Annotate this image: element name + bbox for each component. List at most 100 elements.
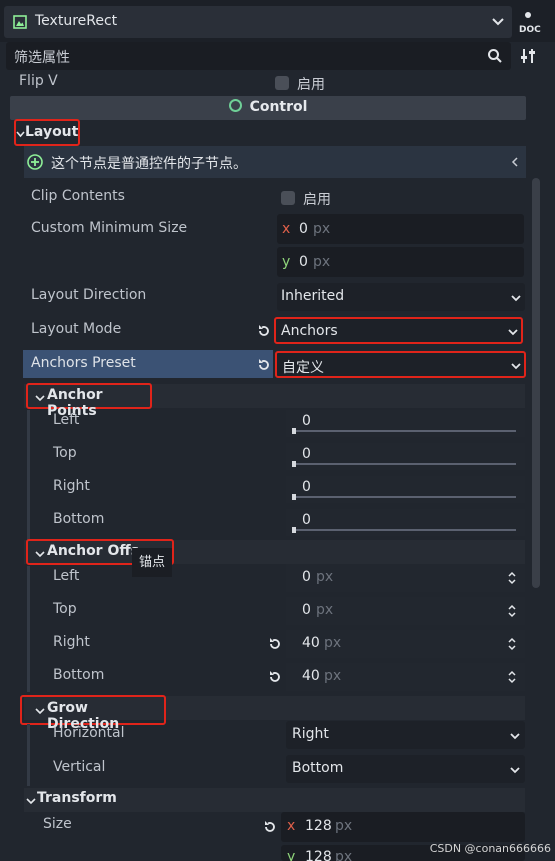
chevron-down-icon: [508, 329, 518, 336]
offset-right-spinbox[interactable]: 40 px: [286, 630, 525, 658]
anchors-preset-dropdown[interactable]: 自定义: [275, 351, 526, 378]
spin-arrows-icon[interactable]: [507, 637, 517, 651]
layout-group-header[interactable]: Layout: [14, 119, 80, 146]
spin-arrows-icon[interactable]: [507, 670, 517, 684]
chevron-down-icon: [510, 733, 520, 740]
size-x-value: 128: [305, 818, 332, 834]
texture-rect-icon: [13, 15, 27, 29]
anchor-right-slider[interactable]: 0: [286, 476, 525, 503]
y-axis-label: y: [287, 849, 296, 861]
grow-direction-group-header[interactable]: Grow Direction: [20, 695, 166, 732]
offset-left-spinbox[interactable]: 0 px: [286, 564, 525, 592]
control-icon: [228, 99, 242, 112]
node-selector[interactable]: TextureRect: [4, 6, 512, 38]
anchor-right-value: 0: [302, 479, 311, 495]
slider-track: [292, 496, 516, 498]
flip-v-checkbox[interactable]: [275, 76, 289, 90]
offset-bottom-spinbox[interactable]: 40 px: [286, 663, 525, 691]
offset-right-label: Right: [53, 634, 90, 650]
grow-horizontal-dropdown[interactable]: Right: [286, 721, 525, 749]
node-name: TextureRect: [35, 13, 118, 29]
anchor-left-label: Left: [53, 412, 80, 428]
layout-mode-value: Anchors: [281, 323, 338, 339]
group-indent-line: [27, 566, 30, 692]
unit-px: px: [335, 818, 353, 834]
clip-contents-label: Clip Contents: [31, 188, 125, 204]
anchor-bottom-value: 0: [302, 512, 311, 528]
control-section-header[interactable]: Control: [10, 96, 526, 120]
transform-group-header[interactable]: Transform: [24, 788, 525, 812]
chevron-down-icon: [16, 131, 25, 138]
layout-direction-dropdown[interactable]: Inherited: [277, 283, 525, 311]
info-text: 这个节点是普通控件的子节点。: [51, 156, 247, 172]
anchors-preset-label: Anchors Preset: [31, 355, 136, 371]
control-section-title: Control: [249, 99, 308, 115]
filter-options-icon[interactable]: [518, 46, 538, 66]
reset-icon[interactable]: [263, 820, 277, 834]
filter-placeholder: 筛选属性: [14, 50, 70, 66]
grow-vertical-value: Bottom: [292, 760, 344, 776]
layout-group-title: Layout: [25, 124, 79, 140]
x-axis-label: x: [282, 221, 291, 237]
grow-horizontal-value: Right: [292, 726, 329, 742]
inspector-scrollbar[interactable]: [532, 178, 540, 588]
chevron-down-icon: [511, 363, 521, 370]
custom-min-size-y-field[interactable]: y 0 px: [277, 247, 524, 277]
transform-title: Transform: [37, 790, 117, 806]
anchor-offsets-title: Anchor Offs: [47, 543, 140, 559]
reset-icon[interactable]: [257, 324, 271, 338]
offset-top-spinbox[interactable]: 0 px: [286, 597, 525, 625]
anchor-left-value: 0: [302, 413, 311, 429]
chevron-down-icon: [35, 708, 45, 715]
flip-v-enable-label: 启用: [297, 77, 325, 93]
spin-arrows-icon[interactable]: [507, 604, 517, 618]
offset-right-value: 40: [302, 635, 320, 651]
slider-track: [292, 529, 516, 531]
offset-bottom-value: 40: [302, 668, 320, 684]
layout-direction-value: Inherited: [281, 288, 345, 304]
clip-contents-checkbox[interactable]: [281, 191, 295, 205]
x-axis-label: x: [287, 818, 296, 834]
slider-track: [292, 430, 516, 432]
slider-grabber[interactable]: [292, 428, 296, 434]
reset-icon[interactable]: [268, 670, 282, 684]
unit-px: px: [313, 221, 331, 237]
reset-icon[interactable]: [268, 637, 282, 651]
search-icon: [488, 49, 502, 63]
spin-arrows-icon[interactable]: [507, 571, 517, 585]
anchor-top-label: Top: [53, 445, 77, 461]
flip-v-label: Flip V: [19, 73, 58, 89]
chevron-down-icon: [510, 767, 520, 774]
custom-min-size-label: Custom Minimum Size: [31, 220, 188, 236]
chevron-down-icon: [35, 395, 45, 402]
anchor-right-label: Right: [53, 478, 90, 494]
svg-text:DOC: DOC: [519, 25, 541, 35]
anchor-top-slider[interactable]: 0: [286, 443, 525, 470]
reset-icon[interactable]: [257, 358, 271, 372]
anchor-points-group-header[interactable]: Anchor Points: [26, 383, 152, 419]
slider-grabber[interactable]: [292, 494, 296, 500]
tooltip: 锚点: [132, 548, 172, 577]
unit-px: px: [316, 569, 334, 585]
filter-properties-input[interactable]: 筛选属性: [6, 42, 511, 70]
anchor-left-slider[interactable]: 0: [286, 410, 525, 437]
offset-top-value: 0: [302, 602, 311, 618]
grow-horizontal-label: Horizontal: [53, 725, 125, 741]
doc-icon[interactable]: DOC: [514, 10, 544, 36]
slider-grabber[interactable]: [292, 461, 296, 467]
size-x-field[interactable]: x 128 px: [281, 812, 525, 842]
slider-grabber[interactable]: [292, 527, 296, 533]
grow-vertical-label: Vertical: [53, 759, 106, 775]
layout-mode-dropdown[interactable]: Anchors: [274, 317, 523, 344]
grow-vertical-dropdown[interactable]: Bottom: [286, 755, 525, 783]
anchor-bottom-slider[interactable]: 0: [286, 509, 525, 536]
custom-min-size-x-field[interactable]: x 0 px: [277, 214, 524, 244]
slider-track: [292, 463, 516, 465]
chevron-left-icon[interactable]: [511, 157, 519, 167]
offset-top-label: Top: [53, 601, 77, 617]
group-indent-line: [27, 724, 30, 786]
unit-px: px: [335, 849, 353, 861]
offset-bottom-label: Bottom: [53, 667, 105, 683]
layout-direction-label: Layout Direction: [31, 287, 147, 303]
custom-min-size-x-value: 0: [299, 221, 308, 237]
